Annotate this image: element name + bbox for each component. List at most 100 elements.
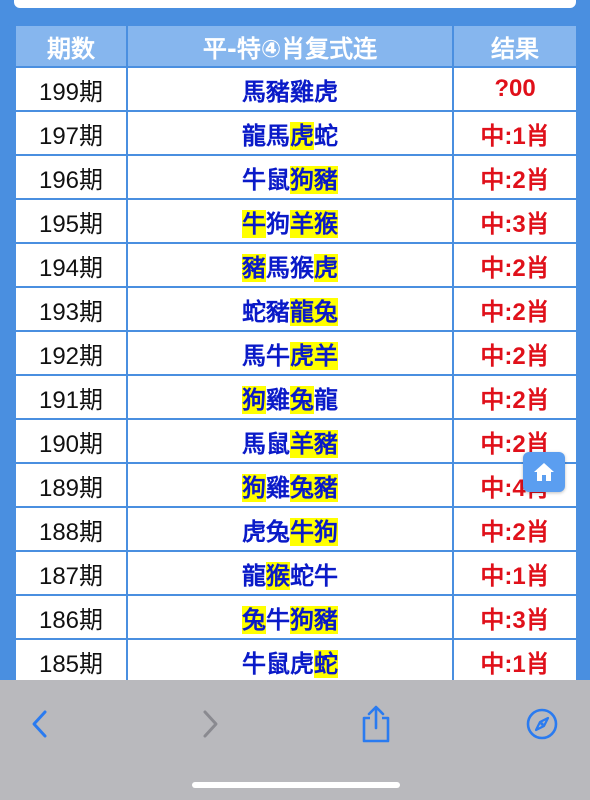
zodiac-char: 牛 <box>314 561 338 590</box>
zodiac-cell: 兔牛狗豬 <box>126 594 454 640</box>
table-row: 191期 狗雞兔龍 中:2肖 <box>14 374 578 420</box>
table-row: 196期 牛鼠狗豬 中:2肖 <box>14 154 578 200</box>
result-cell: 中:2肖 <box>452 374 578 420</box>
zodiac-char: 龍 <box>314 385 338 414</box>
zodiac-char: 虎 <box>290 649 314 678</box>
zodiac-char: 虎 <box>314 77 338 106</box>
result-cell: 中:1肖 <box>452 638 578 684</box>
zodiac-char: 龍 <box>290 297 314 326</box>
zodiac-char: 兔 <box>242 605 266 634</box>
zodiac-cell: 馬豬雞虎 <box>126 66 454 112</box>
forward-button[interactable] <box>188 702 232 746</box>
zodiac-cell: 豬馬猴虎 <box>126 242 454 288</box>
period-cell: 190期 <box>14 418 128 464</box>
zodiac-char: 羊 <box>290 429 314 458</box>
zodiac-char: 馬 <box>242 77 266 106</box>
zodiac-char: 鼠 <box>266 649 290 678</box>
period-cell: 193期 <box>14 286 128 332</box>
zodiac-cell: 馬牛虎羊 <box>126 330 454 376</box>
zodiac-char: 兔 <box>314 297 338 326</box>
table-row: 197期 龍馬虎蛇 中:1肖 <box>14 110 578 156</box>
table-header-row: 期数 平-特④肖复式连 结果 <box>14 24 578 68</box>
share-icon <box>362 705 390 743</box>
back-button[interactable] <box>18 702 62 746</box>
zodiac-char: 蛇 <box>290 561 314 590</box>
table-row: 194期 豬馬猴虎 中:2肖 <box>14 242 578 288</box>
zodiac-char: 狗 <box>242 385 266 414</box>
header-result: 结果 <box>452 24 578 68</box>
zodiac-char: 蛇 <box>242 297 266 326</box>
zodiac-char: 豬 <box>314 165 338 194</box>
header-zodiac-combo: 平-特④肖复式连 <box>126 24 454 68</box>
zodiac-char: 豬 <box>266 297 290 326</box>
zodiac-cell: 牛狗羊猴 <box>126 198 454 244</box>
compass-icon <box>526 708 558 740</box>
share-button[interactable] <box>354 702 398 746</box>
zodiac-cell: 龍馬虎蛇 <box>126 110 454 156</box>
table-row: 185期 牛鼠虎蛇 中:1肖 <box>14 638 578 684</box>
result-cell: 中:1肖 <box>452 550 578 596</box>
zodiac-char: 龍 <box>242 561 266 590</box>
result-cell: 中:2肖 <box>452 154 578 200</box>
back-chevron-icon <box>32 710 47 738</box>
period-cell: 186期 <box>14 594 128 640</box>
zodiac-char: 豬 <box>314 473 338 502</box>
table-row: 199期 馬豬雞虎 ?00 <box>14 66 578 112</box>
zodiac-char: 蛇 <box>314 649 338 678</box>
zodiac-char: 馬 <box>242 341 266 370</box>
zodiac-char: 牛 <box>242 209 266 238</box>
compass-button[interactable] <box>520 702 564 746</box>
zodiac-char: 馬 <box>266 253 290 282</box>
zodiac-cell: 牛鼠虎蛇 <box>126 638 454 684</box>
period-cell: 195期 <box>14 198 128 244</box>
results-table: 期数 平-特④肖复式连 结果 199期 馬豬雞虎 ?00 197期 龍馬虎蛇 中:1肖 19… <box>14 24 578 684</box>
table-row: 192期 馬牛虎羊 中:2肖 <box>14 330 578 376</box>
zodiac-char: 狗 <box>242 473 266 502</box>
period-cell: 197期 <box>14 110 128 156</box>
result-cell: 中:3肖 <box>452 198 578 244</box>
result-cell: 中:1肖 <box>452 110 578 156</box>
zodiac-cell: 牛鼠狗豬 <box>126 154 454 200</box>
period-cell: 188期 <box>14 506 128 552</box>
period-cell: 194期 <box>14 242 128 288</box>
table-row: 190期 馬鼠羊豬 中:2肖 <box>14 418 578 464</box>
result-cell: 中:2肖 <box>452 286 578 332</box>
zodiac-char: 豬 <box>266 77 290 106</box>
zodiac-char: 狗 <box>290 165 314 194</box>
home-icon <box>534 463 554 481</box>
zodiac-char: 狗 <box>266 209 290 238</box>
forward-chevron-icon <box>203 710 218 738</box>
home-button[interactable] <box>523 452 565 492</box>
zodiac-char: 羊 <box>314 341 338 370</box>
period-cell: 199期 <box>14 66 128 112</box>
zodiac-char: 牛 <box>242 165 266 194</box>
period-cell: 192期 <box>14 330 128 376</box>
zodiac-char: 虎 <box>242 517 266 546</box>
zodiac-char: 牛 <box>290 517 314 546</box>
period-cell: 185期 <box>14 638 128 684</box>
period-cell: 187期 <box>14 550 128 596</box>
period-cell: 191期 <box>14 374 128 420</box>
table-row: 193期 蛇豬龍兔 中:2肖 <box>14 286 578 332</box>
zodiac-char: 蛇 <box>314 121 338 150</box>
previous-section-card <box>14 0 576 8</box>
zodiac-cell: 狗雞兔龍 <box>126 374 454 420</box>
zodiac-char: 虎 <box>290 121 314 150</box>
zodiac-char: 馬 <box>266 121 290 150</box>
zodiac-char: 虎 <box>290 341 314 370</box>
zodiac-char: 羊 <box>290 209 314 238</box>
table-row: 189期 狗雞兔豬 中:4肖 <box>14 462 578 508</box>
zodiac-char: 狗 <box>290 605 314 634</box>
zodiac-cell: 馬鼠羊豬 <box>126 418 454 464</box>
zodiac-char: 牛 <box>242 649 266 678</box>
result-cell: 中:3肖 <box>452 594 578 640</box>
period-cell: 189期 <box>14 462 128 508</box>
result-cell: 中:2肖 <box>452 330 578 376</box>
zodiac-char: 猴 <box>290 253 314 282</box>
table-row: 187期 龍猴蛇牛 中:1肖 <box>14 550 578 596</box>
zodiac-char: 龍 <box>242 121 266 150</box>
zodiac-char: 兔 <box>290 385 314 414</box>
zodiac-char: 兔 <box>290 473 314 502</box>
zodiac-char: 牛 <box>266 341 290 370</box>
result-cell: 中:2肖 <box>452 506 578 552</box>
